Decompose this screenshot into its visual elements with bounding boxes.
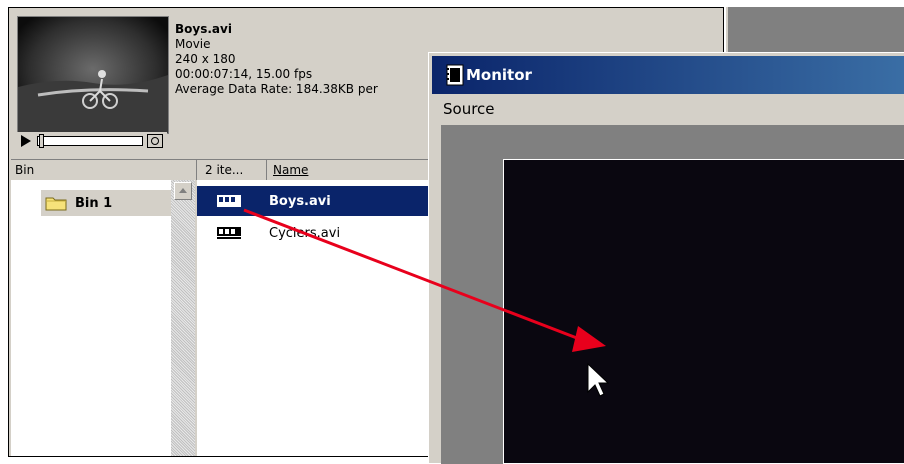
clip-info-name: Boys.avi xyxy=(175,22,232,36)
clip-name: Cyclers.avi xyxy=(269,225,341,241)
bin-panel: Bin 1 xyxy=(11,180,172,456)
scroll-up-button[interactable] xyxy=(174,182,192,200)
monitor-title: Monitor xyxy=(466,66,532,84)
film-clip-icon xyxy=(215,192,243,210)
monitor-icon xyxy=(446,64,464,86)
bin-item[interactable]: Bin 1 xyxy=(41,190,171,216)
film-clip-icon xyxy=(215,224,243,242)
folder-icon xyxy=(45,195,67,211)
bin-item-label: Bin 1 xyxy=(75,195,113,211)
tab-source[interactable]: Source xyxy=(443,97,495,121)
clip-info-data-rate: Average Data Rate: 184.38KB per xyxy=(175,82,378,96)
clip-name: Boys.avi xyxy=(269,193,331,209)
column-header-bin[interactable]: Bin xyxy=(11,160,197,180)
clip-thumbnail[interactable] xyxy=(17,16,169,134)
scrub-bar[interactable] xyxy=(37,136,143,146)
screen: Boys.avi Movie 240 x 180 00:00:07:14, 15… xyxy=(0,0,904,464)
clip-info-type: Movie xyxy=(175,37,211,51)
clip-info: Boys.avi Movie 240 x 180 00:00:07:14, 15… xyxy=(175,22,378,97)
clip-info-duration: 00:00:07:14, 15.00 fps xyxy=(175,67,313,81)
source-video-area[interactable] xyxy=(503,159,904,464)
monitor-title-bar[interactable]: Monitor xyxy=(432,56,904,94)
column-header-name[interactable]: Name xyxy=(269,160,429,180)
play-icon[interactable] xyxy=(19,134,33,148)
column-header-items[interactable]: 2 ite... xyxy=(201,160,267,180)
bin-scrollbar[interactable] xyxy=(171,180,195,456)
thumbnail-controls xyxy=(17,132,167,150)
scrub-handle[interactable] xyxy=(39,134,44,148)
monitor-window: Monitor Source xyxy=(428,52,904,464)
clip-info-dimensions: 240 x 180 xyxy=(175,52,236,66)
desktop-backdrop xyxy=(726,7,904,53)
monitor-body xyxy=(441,125,904,464)
poster-frame-icon[interactable] xyxy=(147,134,163,148)
